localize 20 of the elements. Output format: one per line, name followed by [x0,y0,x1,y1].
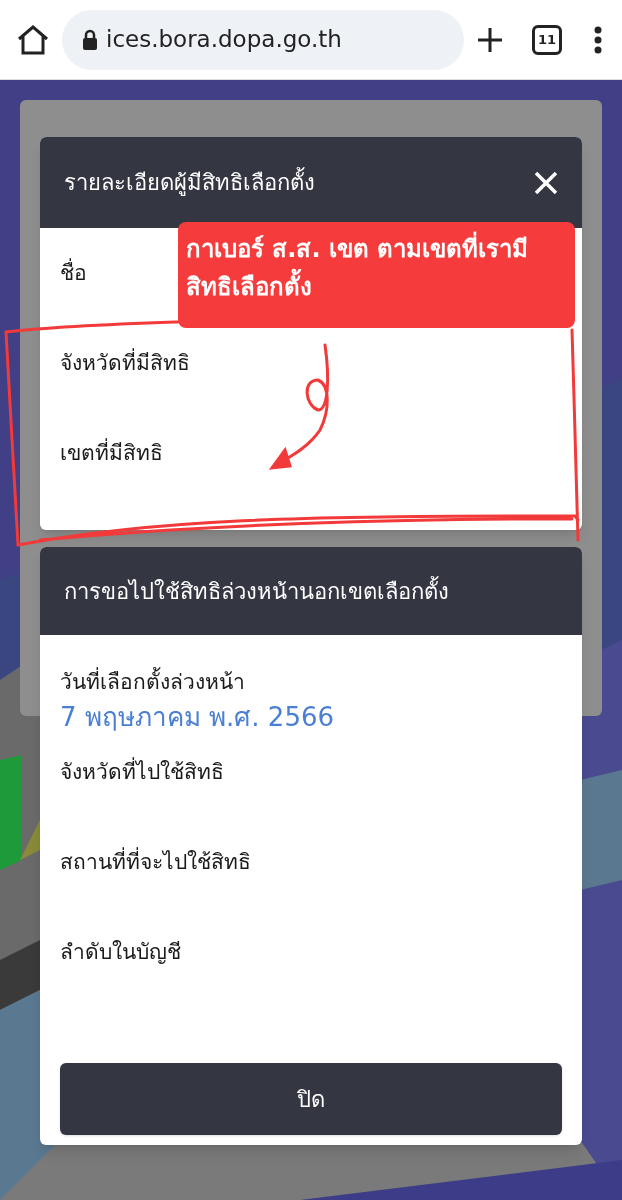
field-label: เขตที่มีสิทธิ [60,438,163,468]
lock-icon [82,28,98,51]
dialog-title: รายละเอียดผู้มีสิทธิเลือกตั้ง [64,166,315,199]
plus-icon[interactable] [476,25,504,54]
url-field[interactable]: ices.bora.dopa.go.th [62,9,464,70]
field-label: ลำดับในบัญชี [60,939,181,966]
field-value: 7 พฤษภาคม พ.ศ. 2566 [60,701,335,734]
tab-count-button[interactable]: 11 [532,24,562,55]
home-icon[interactable] [16,23,50,56]
annotation-callout: กาเบอร์ ส.ส. เขต ตามเขตที่เรามีสิทธิเลือกตั้ง [178,222,575,328]
close-icon[interactable] [534,170,558,195]
url-text: ices.bora.dopa.go.th [106,25,342,55]
dialog-title: การขอไปใช้สิทธิล่วงหน้านอกเขตเลือกตั้ง [64,575,449,606]
field-label: จังหวัดที่ไปใช้สิทธิ [60,757,224,787]
field-label: วันที่เลือกตั้งล่วงหน้า [60,667,245,697]
field-label: จังหวัดที่มีสิทธิ [60,348,190,378]
field-label: ชื่อ [60,258,87,288]
menu-icon[interactable] [594,25,602,54]
field-label: สถานที่ที่จะไปใช้สิทธิ [60,847,251,877]
close-button[interactable]: ปิด [60,1063,562,1135]
